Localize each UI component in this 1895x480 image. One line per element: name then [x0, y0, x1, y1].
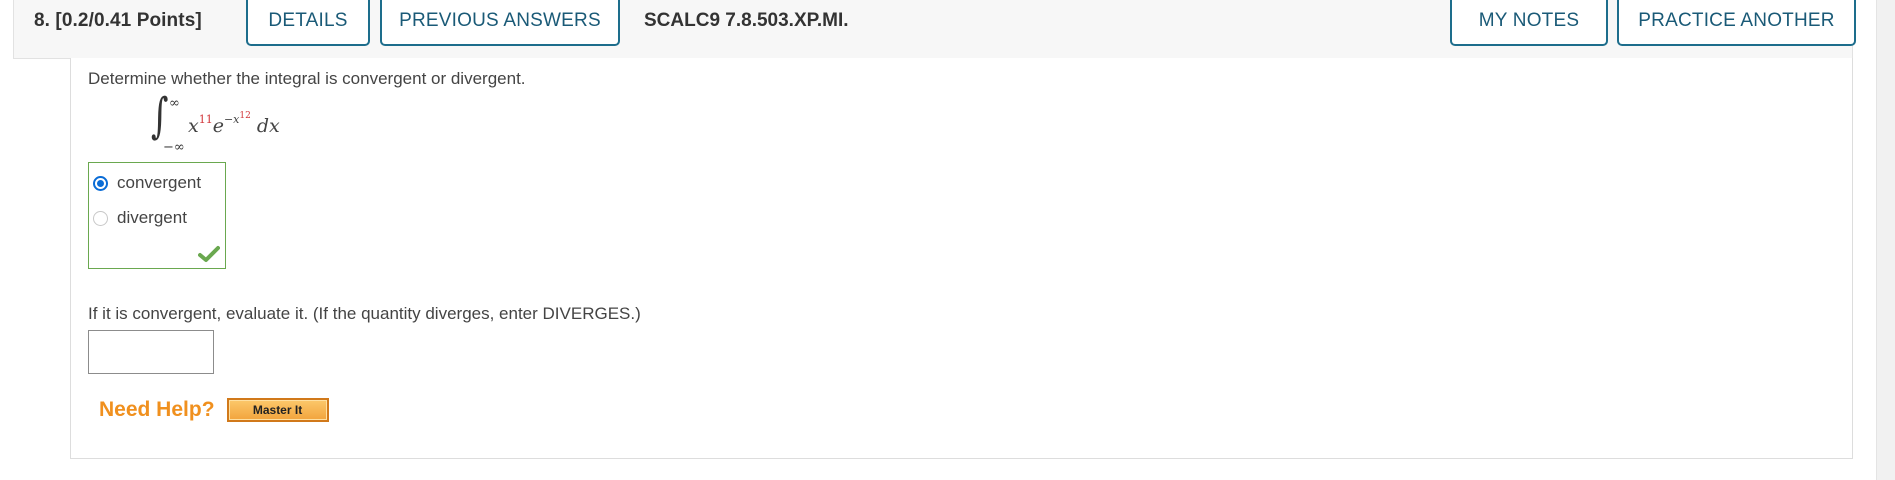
- practice-another-button[interactable]: PRACTICE ANOTHER: [1617, 0, 1856, 46]
- integral-expression: ∫ ∞ −∞ x11e−x12 dx: [151, 88, 311, 156]
- integrand-e-power: 12: [239, 111, 251, 121]
- question-header: 8. [0.2/0.41 Points] DETAILS PREVIOUS AN…: [13, 0, 1856, 59]
- need-help-label: Need Help?: [99, 398, 215, 421]
- scrollbar[interactable]: [1876, 0, 1895, 480]
- answer-input[interactable]: [88, 330, 214, 374]
- integrand: x11e−x12 dx: [188, 111, 280, 137]
- integrand-e-exponent: −x: [223, 113, 240, 126]
- answer-choices: convergent divergent: [88, 162, 226, 269]
- integrand-exponent: 11: [198, 113, 213, 126]
- reference-code: SCALC9 7.8.503.XP.MI.: [644, 10, 849, 31]
- radio-divergent[interactable]: [93, 210, 108, 226]
- question-prompt: Determine whether the integral is conver…: [88, 69, 526, 88]
- integral-lower-limit: −∞: [163, 140, 185, 155]
- checkmark-icon: [198, 246, 220, 262]
- help-row: Need Help? Master It: [99, 398, 329, 422]
- choice-divergent[interactable]: divergent: [93, 208, 187, 228]
- integrand-e: e: [212, 115, 224, 137]
- radio-convergent[interactable]: [93, 175, 108, 191]
- question-title: 8. [0.2/0.41 Points]: [34, 10, 202, 31]
- details-button[interactable]: DETAILS: [246, 0, 370, 46]
- question-body: Determine whether the integral is conver…: [70, 58, 1853, 459]
- choice-label: convergent: [117, 173, 202, 192]
- integrand-base: x: [188, 115, 199, 137]
- page: 8. [0.2/0.41 Points] DETAILS PREVIOUS AN…: [0, 0, 1895, 480]
- integral-sign: ∫: [151, 88, 169, 144]
- choice-convergent[interactable]: convergent: [93, 173, 201, 193]
- choice-label: divergent: [117, 208, 187, 227]
- previous-answers-button[interactable]: PREVIOUS ANSWERS: [380, 0, 620, 46]
- master-it-button[interactable]: Master It: [226, 398, 329, 422]
- integrand-differential: dx: [256, 115, 280, 137]
- integral-upper-limit: ∞: [169, 96, 180, 111]
- my-notes-button[interactable]: MY NOTES: [1450, 0, 1608, 46]
- evaluate-prompt: If it is convergent, evaluate it. (If th…: [88, 304, 641, 323]
